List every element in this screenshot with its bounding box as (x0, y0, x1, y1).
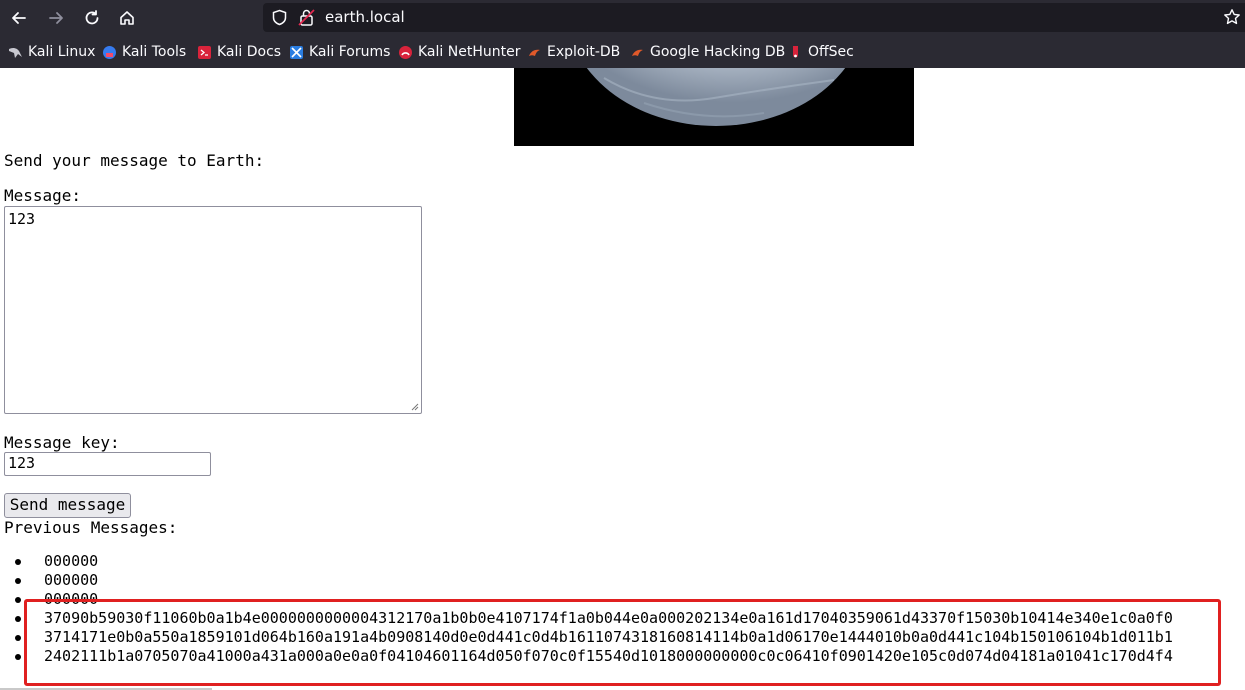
browser-toolbar: earth.local (0, 0, 1245, 36)
kali-tools-icon (103, 45, 116, 59)
offsec-icon (793, 45, 798, 57)
message-textarea[interactable]: 123 (4, 206, 422, 414)
bookmark-kali-linux[interactable]: Kali Linux (8, 43, 95, 61)
reload-button[interactable] (79, 5, 105, 31)
address-bar[interactable]: earth.local (263, 3, 1245, 32)
message-label: Message: (4, 186, 82, 205)
earth-globe-graphic (586, 68, 846, 126)
message-key-input[interactable]: 123 (4, 452, 211, 476)
back-button[interactable] (6, 5, 32, 31)
bookmark-label: Exploit-DB (547, 44, 621, 60)
page-intro: Send your message to Earth: (4, 151, 265, 170)
send-message-button[interactable]: Send message (4, 493, 131, 518)
bookmarks-bar: Kali Linux Kali Tools Kali Docs Kali For… (0, 36, 1245, 68)
bookmark-star-icon[interactable] (1223, 8, 1241, 26)
kali-docs-icon (198, 45, 211, 59)
message-value: 123 (8, 210, 36, 228)
key-value: 123 (8, 454, 36, 472)
resize-grip-icon[interactable] (409, 401, 419, 411)
bookmark-label: Kali Docs (217, 44, 282, 60)
list-item: 000000 (14, 571, 98, 589)
bookmark-kali-forums[interactable]: Kali Forums (289, 43, 390, 61)
bookmark-kali-docs[interactable]: Kali Docs (197, 43, 281, 61)
exploit-db-icon (529, 49, 540, 56)
shield-icon[interactable] (271, 9, 288, 26)
bookmark-google-hacking-db[interactable]: Google Hacking DB (630, 43, 785, 61)
home-button[interactable] (114, 5, 140, 31)
reload-icon (85, 10, 99, 25)
page-content: Send your message to Earth: Message: 123… (0, 68, 1245, 690)
bookmark-offsec[interactable]: OffSec (788, 43, 854, 61)
forward-arrow-icon (49, 12, 63, 24)
home-icon (120, 11, 134, 25)
kali-forums-icon (290, 45, 303, 59)
bookmark-label: Kali NetHunter (418, 44, 521, 60)
url-text[interactable]: earth.local (325, 8, 405, 26)
key-label: Message key: (4, 433, 120, 452)
highlight-annotation-box (24, 599, 1221, 686)
list-item: 000000 (14, 552, 98, 570)
ghdb-icon (632, 49, 643, 56)
kali-nethunter-icon (399, 45, 412, 59)
bookmark-label: OffSec (808, 44, 854, 60)
bookmark-label: Kali Linux (28, 44, 96, 60)
insecure-lock-icon[interactable] (298, 8, 315, 27)
forward-button[interactable] (43, 5, 69, 31)
bookmark-kali-tools[interactable]: Kali Tools (102, 43, 186, 61)
bookmark-label: Google Hacking DB (650, 44, 786, 60)
bookmark-exploit-db[interactable]: Exploit-DB (527, 43, 620, 61)
earth-image (514, 68, 914, 146)
bookmark-kali-nethunter[interactable]: Kali NetHunter (398, 43, 520, 61)
bookmark-label: Kali Tools (122, 44, 187, 60)
kali-dragon-icon (9, 47, 22, 58)
bookmark-label: Kali Forums (309, 44, 391, 60)
back-arrow-icon (12, 12, 26, 24)
previous-messages-label: Previous Messages: (4, 518, 178, 537)
